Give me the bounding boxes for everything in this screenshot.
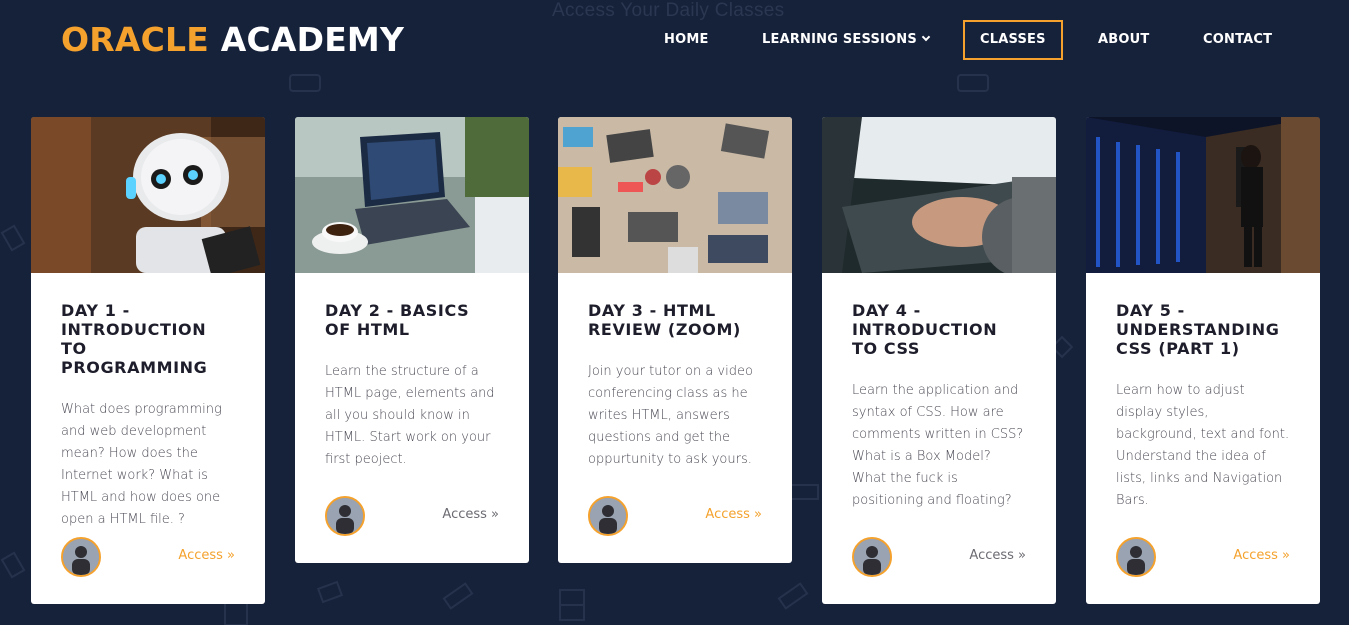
access-link[interactable]: Access » — [442, 507, 499, 522]
card-body: DAY 4 - INTRODUCTION TO CSS Learn the ap… — [822, 273, 1056, 512]
card-title: DAY 3 - HTML REVIEW (ZOOM) — [588, 301, 741, 339]
card-footer: Access » — [325, 496, 499, 536]
card-footer: Access » — [588, 496, 762, 536]
card-description: Learn the application and syntax of CSS.… — [852, 383, 1024, 508]
nav-item-label: CONTACT — [1203, 32, 1273, 47]
class-card-day-2: DAY 2 - BASICS OF HTML Learn the structu… — [295, 117, 529, 563]
card-body: DAY 3 - HTML REVIEW (ZOOM) Join your tut… — [558, 273, 792, 471]
card-footer: Access » — [1116, 537, 1290, 577]
card-footer: Access » — [852, 537, 1026, 577]
brand-logo-part2: ACADEMY — [220, 20, 405, 59]
class-card-day-3: DAY 3 - HTML REVIEW (ZOOM) Join your tut… — [558, 117, 792, 563]
nav-item-label: HOME — [664, 32, 709, 47]
nav-item-label: ABOUT — [1098, 32, 1150, 47]
access-link[interactable]: Access » — [969, 548, 1026, 563]
card-title: DAY 1 - INTRODUCTION TO PROGRAMMING — [61, 301, 208, 377]
brand-logo[interactable]: ORACLE ACADEMY — [61, 20, 404, 59]
card-image-desk-top-view[interactable] — [558, 117, 792, 273]
nav-item-home[interactable]: HOME — [664, 20, 709, 60]
card-image-laptop-coffee[interactable] — [295, 117, 529, 273]
card-description: Learn how to adjust display styles, back… — [1116, 383, 1290, 508]
nav-item-label: LEARNING SESSIONS — [762, 32, 917, 47]
card-title: DAY 4 - INTRODUCTION TO CSS — [852, 301, 998, 358]
avatar[interactable] — [61, 537, 101, 577]
card-title: DAY 2 - BASICS OF HTML — [325, 301, 470, 339]
access-link[interactable]: Access » — [1233, 548, 1290, 563]
avatar[interactable] — [852, 537, 892, 577]
card-description: Join your tutor on a video conferencing … — [588, 364, 753, 467]
chevron-down-icon — [921, 32, 931, 42]
card-description: What does programming and web developmen… — [61, 402, 222, 527]
card-body: DAY 1 - INTRODUCTION TO PROGRAMMING What… — [31, 273, 265, 531]
card-image-typing[interactable] — [822, 117, 1056, 273]
background-heading: Access Your Daily Classes — [552, 0, 785, 21]
access-link[interactable]: Access » — [178, 548, 235, 563]
class-card-day-4: DAY 4 - INTRODUCTION TO CSS Learn the ap… — [822, 117, 1056, 604]
avatar[interactable] — [588, 496, 628, 536]
card-image-server-room[interactable] — [1086, 117, 1320, 273]
card-title: DAY 5 - UNDERSTANDING CSS (PART 1) — [1116, 301, 1280, 358]
card-image-robot[interactable] — [31, 117, 265, 273]
card-footer: Access » — [61, 537, 235, 577]
avatar[interactable] — [325, 496, 365, 536]
access-link[interactable]: Access » — [705, 507, 762, 522]
avatar[interactable] — [1116, 537, 1156, 577]
card-description: Learn the structure of a HTML page, elem… — [325, 364, 495, 467]
nav-item-contact[interactable]: CONTACT — [1203, 20, 1272, 60]
brand-logo-part1: ORACLE — [61, 20, 209, 59]
card-body: DAY 2 - BASICS OF HTML Learn the structu… — [295, 273, 529, 471]
class-card-day-5: DAY 5 - UNDERSTANDING CSS (PART 1) Learn… — [1086, 117, 1320, 604]
nav-item-learning-sessions[interactable]: LEARNING SESSIONS — [762, 20, 931, 60]
nav-item-about[interactable]: ABOUT — [1098, 20, 1149, 60]
class-card-day-1: DAY 1 - INTRODUCTION TO PROGRAMMING What… — [31, 117, 265, 604]
nav-item-label: CLASSES — [980, 32, 1046, 47]
nav-item-classes[interactable]: CLASSES — [963, 20, 1063, 60]
card-body: DAY 5 - UNDERSTANDING CSS (PART 1) Learn… — [1086, 273, 1320, 512]
